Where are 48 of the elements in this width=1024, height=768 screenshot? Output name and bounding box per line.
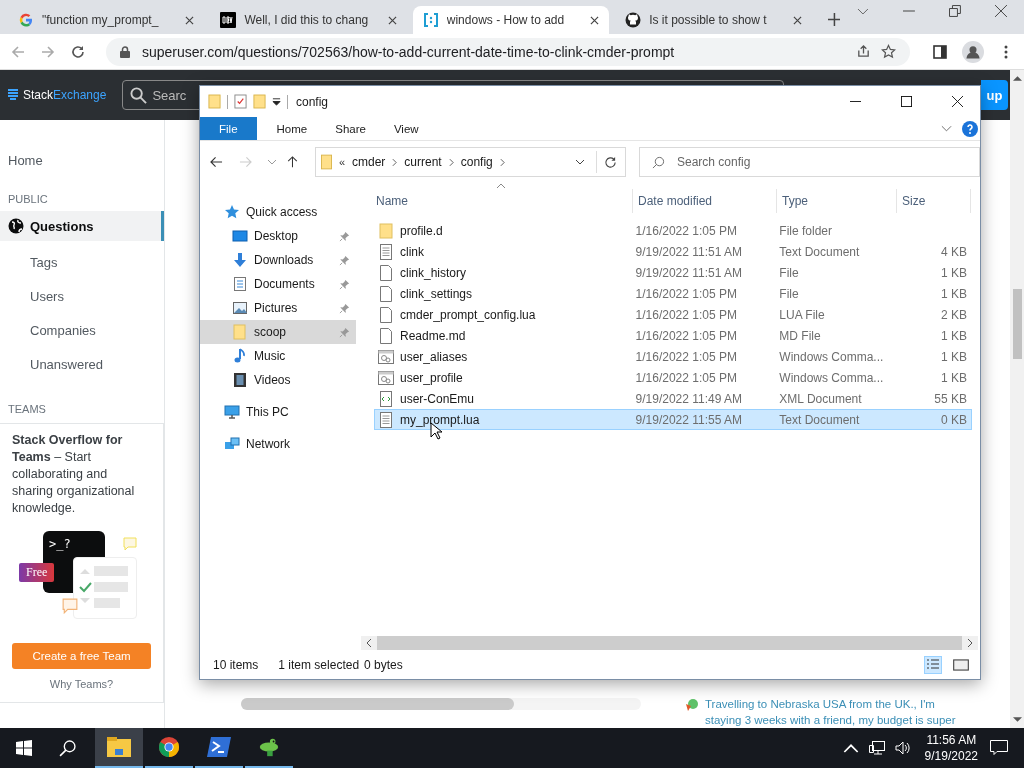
size-cell: 4 KB: [940, 244, 967, 259]
type-cell-text: File: [778, 265, 800, 280]
section-heading: TEAMS: [8, 403, 47, 415]
size-cell: 1 KB: [940, 349, 967, 364]
date-cell-text: 1/16/2022 1:05 PM: [634, 349, 738, 364]
type-cell-text: Windows Comma...: [778, 349, 885, 364]
type-cell-text: MD File: [778, 328, 822, 343]
section-heading: PUBLIC: [8, 193, 49, 205]
size-cell: 0 KB: [940, 412, 967, 427]
file-name: cmder_prompt_config.lua: [400, 307, 536, 322]
file-name: user-ConEmu: [400, 391, 475, 406]
type-cell-text: XML Document: [778, 391, 863, 406]
date-cell-text: 9/19/2022 11:49 AM: [634, 391, 744, 406]
window-title: config: [296, 94, 329, 109]
file-name: clink_settings: [400, 286, 473, 301]
type-cell-text: Text Document: [778, 244, 861, 259]
type-cell-text: Text Document: [778, 412, 861, 427]
date-cell-text: 1/16/2022 1:05 PM: [634, 328, 738, 343]
teams-promo-text: Stack Overflow for Teams – Start collaborating and sharing organizational knowledge.: [12, 432, 136, 517]
size-cell: 1 KB: [940, 265, 967, 280]
file-name: profile.d: [400, 223, 443, 238]
status-text: 0 bytes: [364, 658, 403, 672]
date-cell-text: 9/19/2022 11:51 AM: [634, 265, 744, 280]
file-name: my_prompt.lua: [400, 412, 480, 427]
size-cell: 1 KB: [940, 328, 967, 343]
date-cell-text: 1/16/2022 1:05 PM: [634, 307, 738, 322]
type-cell-text: Windows Comma...: [778, 370, 885, 385]
date-cell-text: 9/19/2022 11:55 AM: [634, 412, 744, 427]
type-cell-text: File: [778, 286, 800, 301]
date-cell-text: 1/16/2022 1:05 PM: [634, 223, 738, 238]
prompt-text: >_?: [49, 537, 71, 551]
status-text: 10 items: [213, 658, 259, 672]
status-text: 1 item selected: [278, 658, 360, 672]
date-cell-text: 9/19/2022 11:51 AM: [634, 244, 744, 259]
file-name: user_profile: [400, 370, 463, 385]
date-cell-text: 1/16/2022 1:05 PM: [634, 370, 738, 385]
size-cell: 1 KB: [940, 286, 967, 301]
size-cell: 55 KB: [934, 391, 967, 406]
type-cell-text: LUA File: [778, 307, 826, 322]
type-cell-text: File folder: [778, 223, 833, 238]
free-badge: Free: [19, 563, 55, 582]
date-cell-text: 1/16/2022 1:05 PM: [634, 286, 738, 301]
file-name: Readme.md: [400, 328, 466, 343]
file-name: clink_history: [400, 265, 467, 280]
size-cell: 2 KB: [940, 307, 967, 322]
file-name: clink: [400, 244, 424, 259]
size-cell: 1 KB: [940, 370, 967, 385]
file-name: user_aliases: [400, 349, 468, 364]
